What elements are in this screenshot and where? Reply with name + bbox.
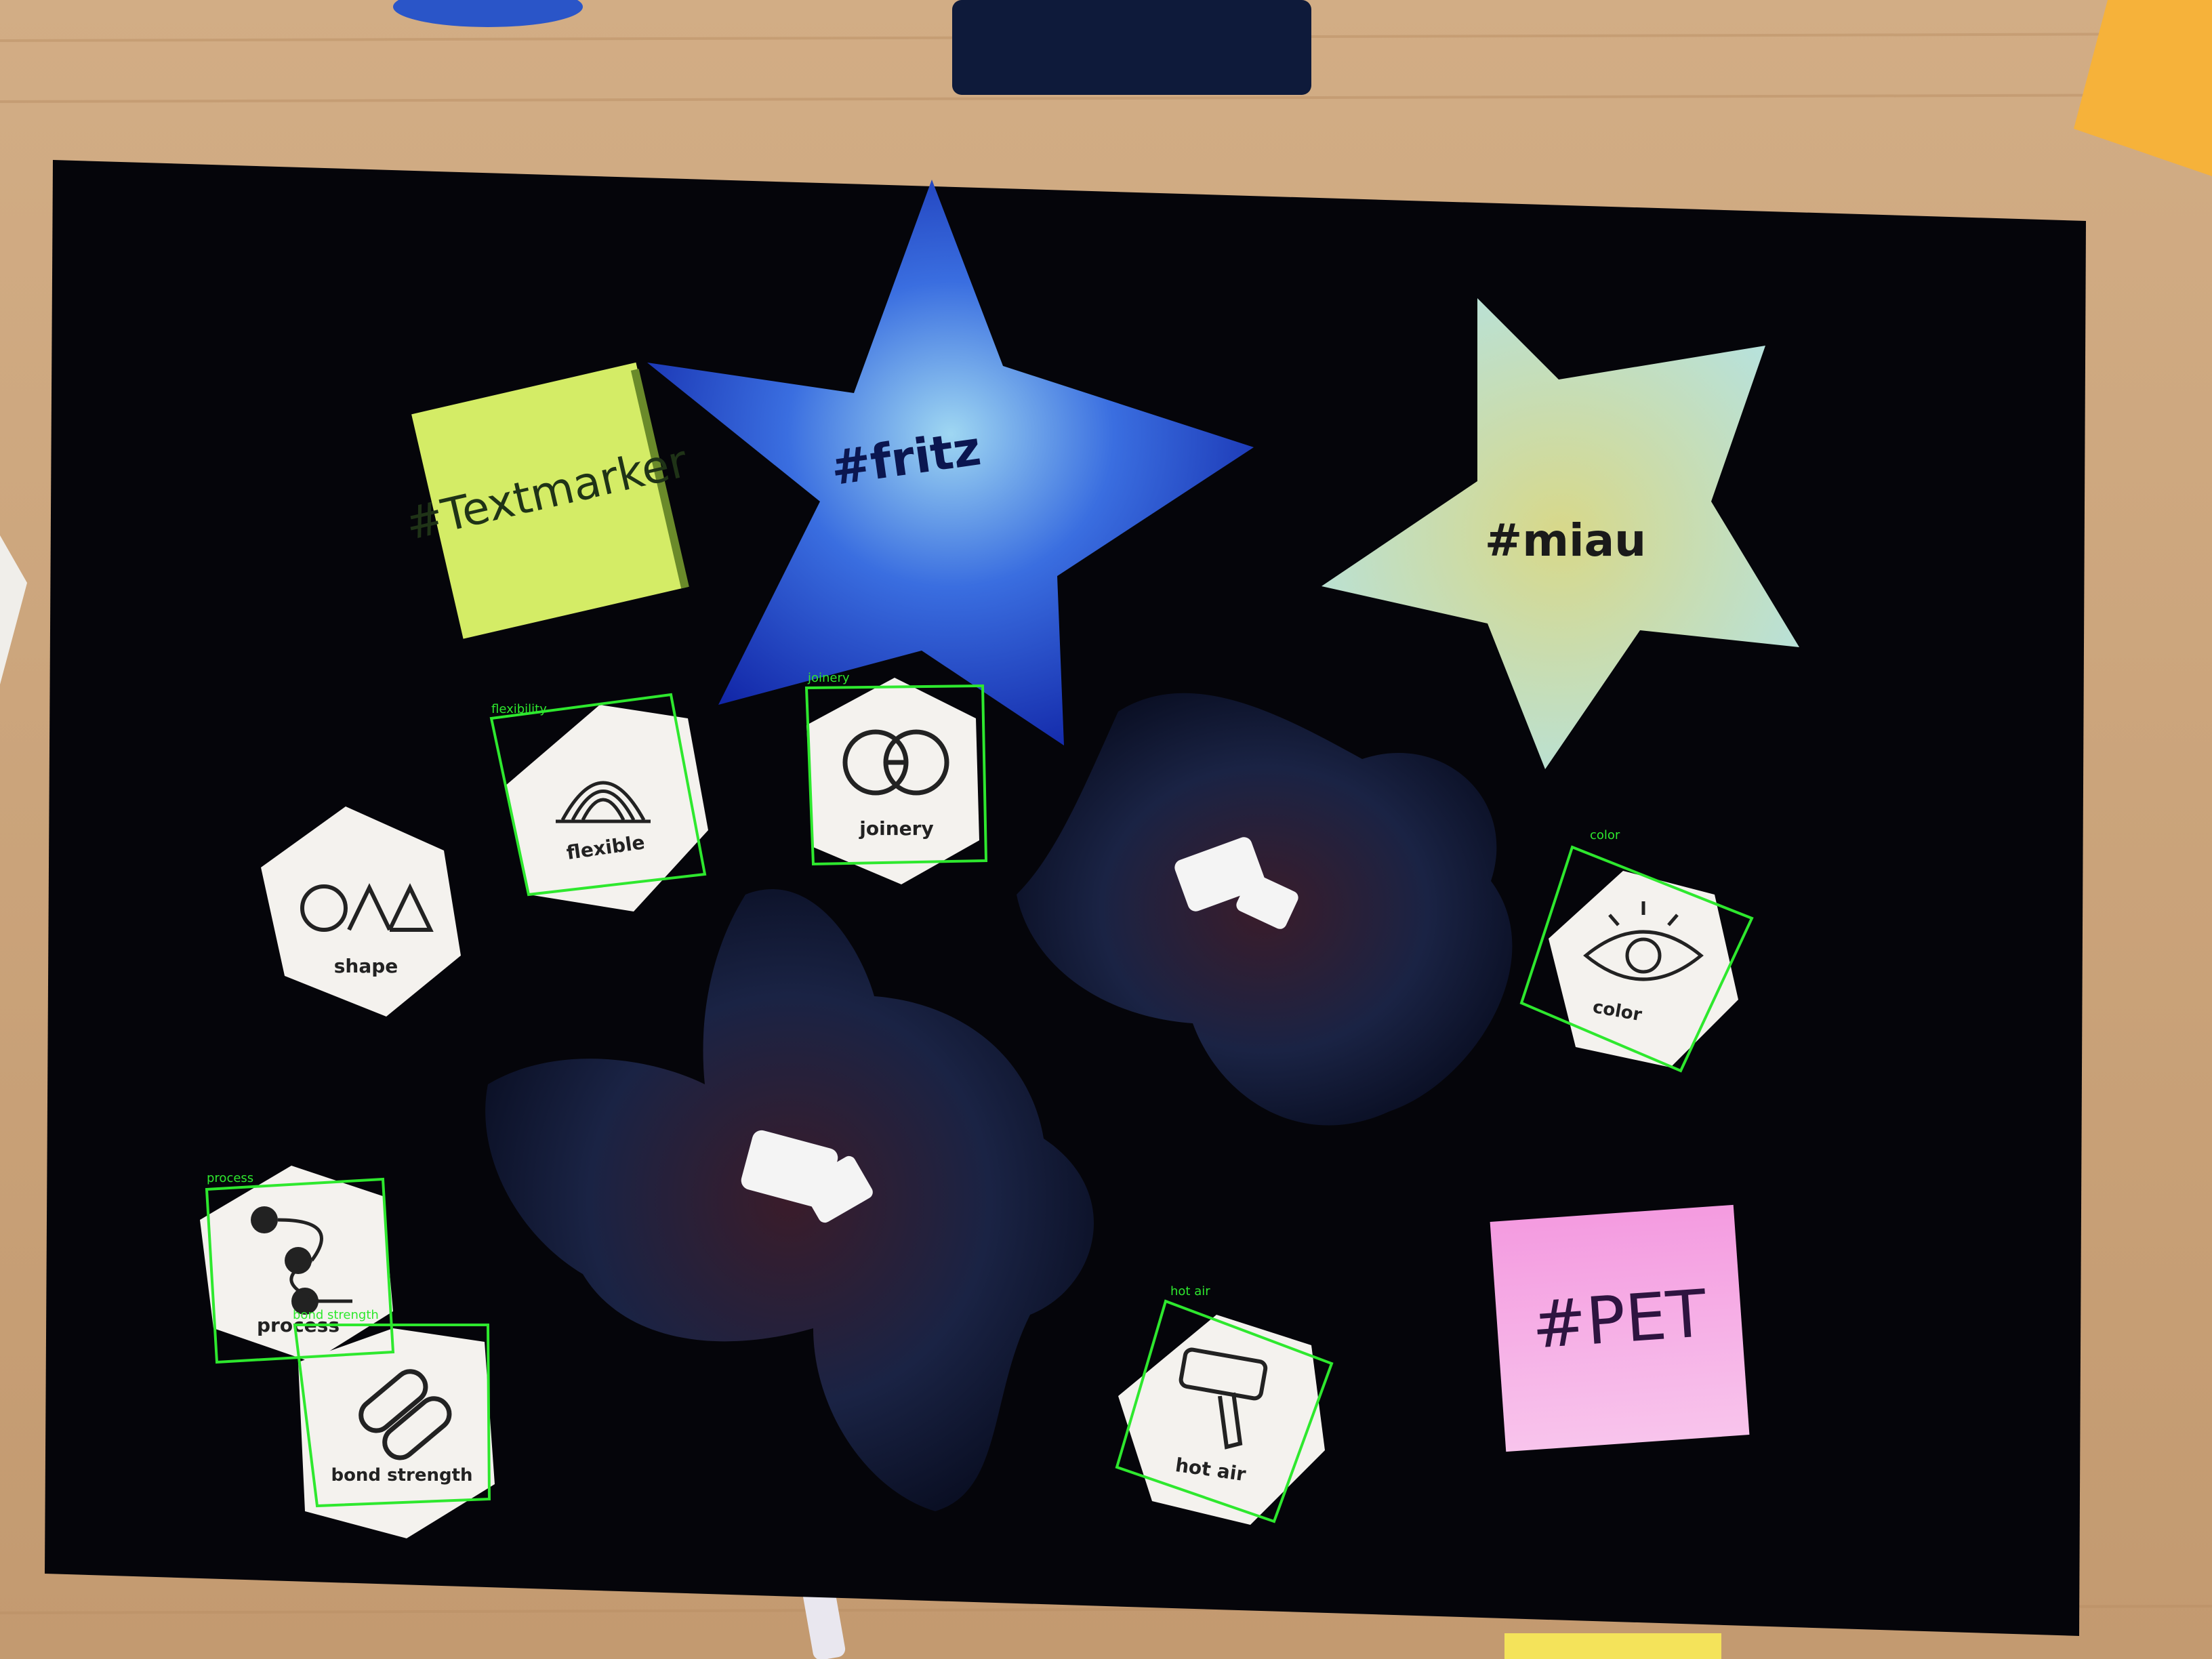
tile-shape-label: shape	[334, 955, 398, 977]
tile-joinery-label: joinery	[859, 817, 933, 840]
detection-label-process: process	[207, 1171, 254, 1185]
tile-bond-strength-label: bond strength	[331, 1465, 472, 1486]
detection-label-hot-air: hot air	[1170, 1284, 1210, 1298]
star-miau-text: #miau	[1485, 514, 1646, 567]
detection-label-bond-strength: bond strength	[293, 1308, 379, 1322]
photo-scene: #Textmarker #fritz #miau #PET shape flex…	[0, 0, 2212, 1659]
detection-label-flexibility: flexibility	[491, 702, 547, 716]
sticky-note-pet: #PET	[1490, 1204, 1750, 1452]
detection-label-joinery: joinery	[808, 671, 850, 685]
stamp-block	[952, 0, 1311, 95]
note-pet-text: #PET	[1530, 1275, 1709, 1364]
detection-label-color: color	[1590, 828, 1620, 842]
yellow-note-bottom	[1504, 1633, 1721, 1659]
